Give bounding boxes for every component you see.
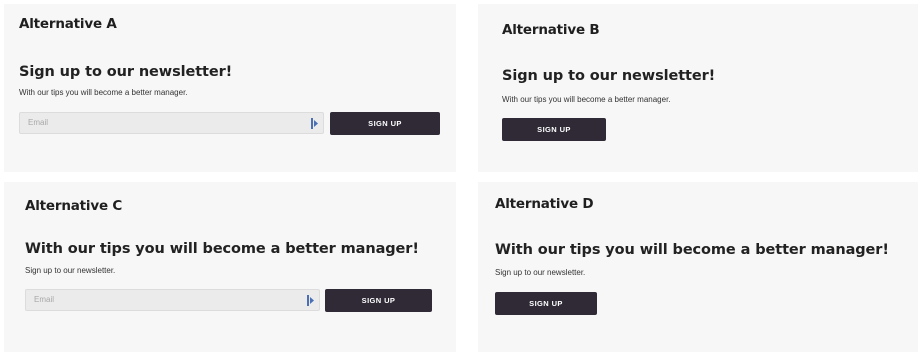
- alternative-d-signup-button[interactable]: SIGN UP: [495, 292, 597, 315]
- alternative-b-signup-button[interactable]: SIGN UP: [502, 118, 606, 141]
- alternative-b-panel: Alternative B Sign up to our newsletter!…: [478, 4, 918, 172]
- alternative-a-email-placeholder: Email: [28, 118, 49, 127]
- alternative-b-title: Alternative B: [502, 22, 600, 38]
- alternative-c-headline: With our tips you will become a better m…: [25, 241, 419, 257]
- alternative-b-headline: Sign up to our newsletter!: [502, 68, 716, 84]
- alternative-a-panel: Alternative A Sign up to our newsletter!…: [4, 4, 456, 172]
- alternative-c-email-input[interactable]: Email: [25, 289, 320, 311]
- alternative-c-title: Alternative C: [25, 198, 123, 214]
- password-manager-icon[interactable]: [307, 295, 315, 306]
- password-manager-icon[interactable]: [311, 118, 319, 129]
- alternative-c-signup-button[interactable]: SIGN UP: [325, 289, 432, 312]
- alternative-c-email-placeholder: Email: [34, 295, 55, 304]
- alternative-a-signup-button[interactable]: SIGN UP: [330, 112, 440, 135]
- alternative-c-panel: Alternative C With our tips you will bec…: [4, 182, 456, 352]
- alternative-a-headline: Sign up to our newsletter!: [19, 64, 233, 80]
- alternative-c-subtext: Sign up to our newsletter.: [25, 266, 116, 275]
- alternative-d-headline: With our tips you will become a better m…: [495, 242, 889, 258]
- alternative-a-title: Alternative A: [19, 16, 117, 32]
- alternative-a-email-input[interactable]: Email: [19, 112, 324, 134]
- alternative-d-panel: Alternative D With our tips you will bec…: [478, 182, 918, 352]
- alternative-d-title: Alternative D: [495, 196, 594, 212]
- alternative-d-subtext: Sign up to our newsletter.: [495, 268, 586, 277]
- alternative-a-subtext: With our tips you will become a better m…: [19, 88, 188, 97]
- alternative-b-subtext: With our tips you will become a better m…: [502, 95, 671, 104]
